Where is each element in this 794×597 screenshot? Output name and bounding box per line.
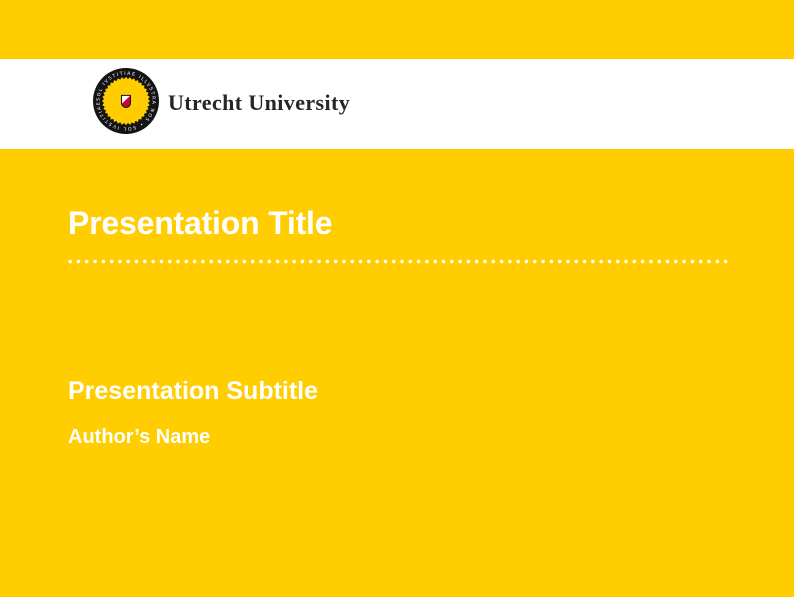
author-name: Author’s Name [68,426,210,449]
title-slide: SOL IVSTITIAE ILLVSTRA NOS • SOL IVSTITI… [0,0,794,597]
seal-shield-icon [122,95,131,107]
presentation-subtitle: Presentation Subtitle [68,377,318,406]
dotted-divider [68,259,730,264]
utrecht-university-seal-icon: SOL IVSTITIAE ILLVSTRA NOS • SOL IVSTITI… [93,68,159,134]
top-accent-bar [0,0,794,59]
university-wordmark: Utrecht University [168,90,350,116]
presentation-title: Presentation Title [68,203,332,243]
